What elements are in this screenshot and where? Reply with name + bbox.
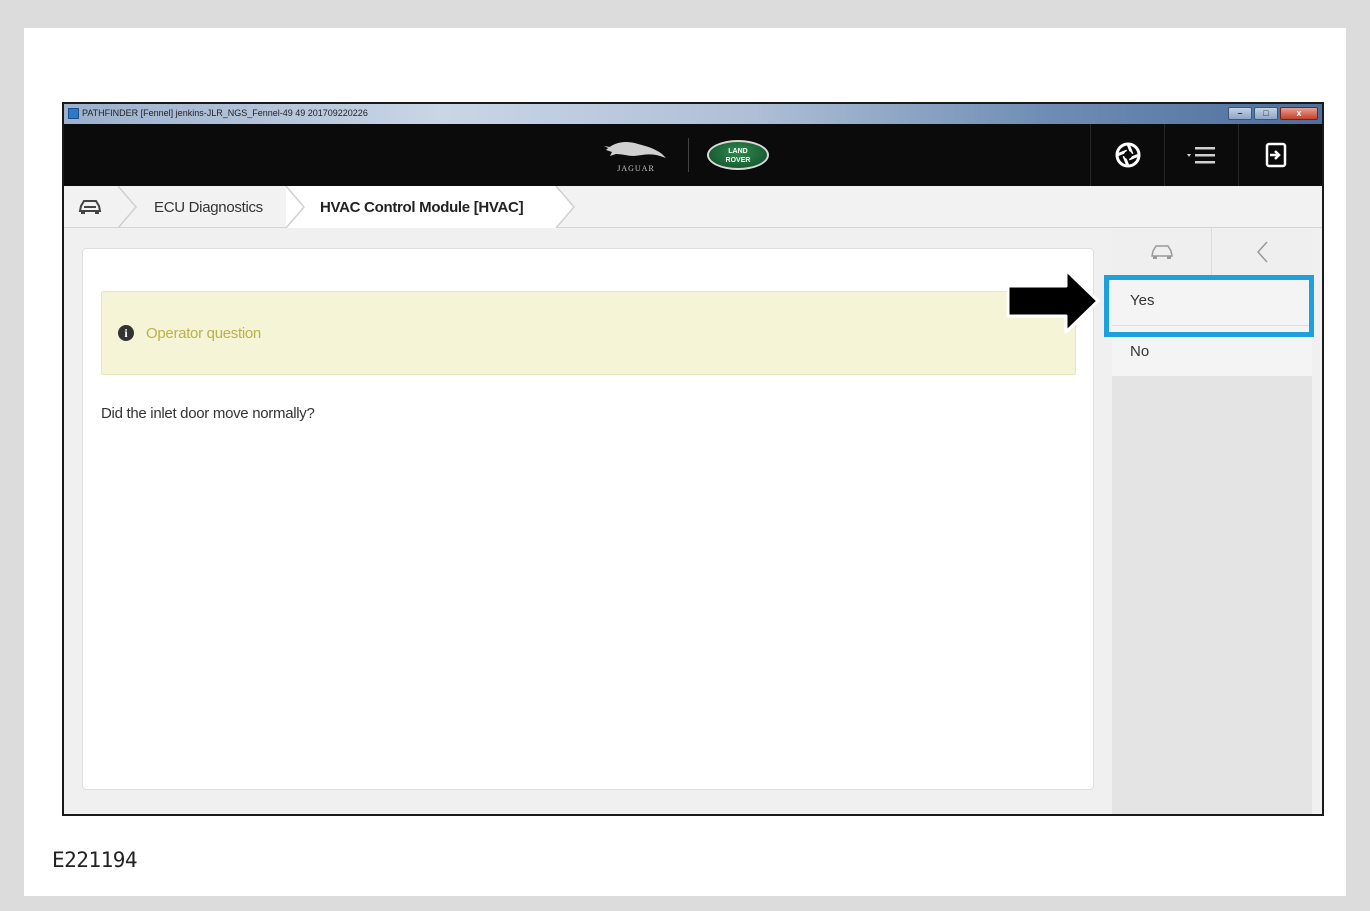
chevron-left-icon <box>1256 241 1268 263</box>
camera-button[interactable] <box>1090 124 1164 186</box>
jaguar-wordmark: JAGUAR <box>617 164 655 173</box>
side-panel-toolbar <box>1112 228 1312 276</box>
main-content: i Operator question Did the inlet door m… <box>64 228 1110 814</box>
app-icon <box>68 108 79 119</box>
app-header: JAGUAR LAND ROVER <box>64 124 1322 186</box>
back-button[interactable] <box>1212 228 1312 276</box>
car-icon <box>78 200 102 214</box>
jaguar-logo: JAGUAR <box>604 138 668 174</box>
window-title: PATHFINDER [Fennel] jenkins-JLR_NGS_Fenn… <box>82 108 368 118</box>
application-window: PATHFINDER [Fennel] jenkins-JLR_NGS_Fenn… <box>62 102 1324 816</box>
land-rover-text-line2: ROVER <box>725 157 751 164</box>
question-card: i Operator question Did the inlet door m… <box>82 248 1094 790</box>
logo-divider <box>688 138 689 172</box>
window-controls: – □ x <box>1228 107 1318 120</box>
breadcrumb-home[interactable] <box>78 186 102 228</box>
maximize-button[interactable]: □ <box>1254 107 1278 120</box>
jaguar-leaper-icon <box>604 142 666 158</box>
window-title-bar: PATHFINDER [Fennel] jenkins-JLR_NGS_Fenn… <box>64 104 1322 124</box>
minimize-button[interactable]: – <box>1228 107 1252 120</box>
menu-button[interactable] <box>1164 124 1238 186</box>
logout-button[interactable] <box>1238 124 1312 186</box>
breadcrumb-separator-icon <box>117 186 137 228</box>
alert-label: Operator question <box>146 324 261 342</box>
breadcrumb: ECU Diagnostics HVAC Control Module [HVA… <box>64 186 1322 228</box>
breadcrumb-separator-icon <box>285 186 305 228</box>
yes-highlight-box <box>1104 275 1314 337</box>
pointer-arrow-icon <box>1006 268 1100 334</box>
camera-aperture-icon <box>1115 142 1140 168</box>
operator-question-alert: i Operator question <box>101 291 1076 375</box>
car-icon <box>1150 245 1173 259</box>
logout-icon <box>1265 142 1286 168</box>
close-button[interactable]: x <box>1280 107 1318 120</box>
question-text: Did the inlet door move normally? <box>101 405 315 422</box>
vehicle-button[interactable] <box>1112 228 1212 276</box>
list-menu-icon <box>1186 147 1215 164</box>
figure-code: E221194 <box>52 848 138 872</box>
breadcrumb-item-ecu-diagnostics[interactable]: ECU Diagnostics <box>154 186 263 228</box>
breadcrumb-item-hvac-module[interactable]: HVAC Control Module [HVAC] <box>320 186 524 228</box>
info-icon: i <box>118 325 134 341</box>
breadcrumb-end-icon <box>554 186 575 228</box>
land-rover-logo: LAND ROVER <box>707 140 769 170</box>
land-rover-text-line1: LAND <box>728 148 748 155</box>
